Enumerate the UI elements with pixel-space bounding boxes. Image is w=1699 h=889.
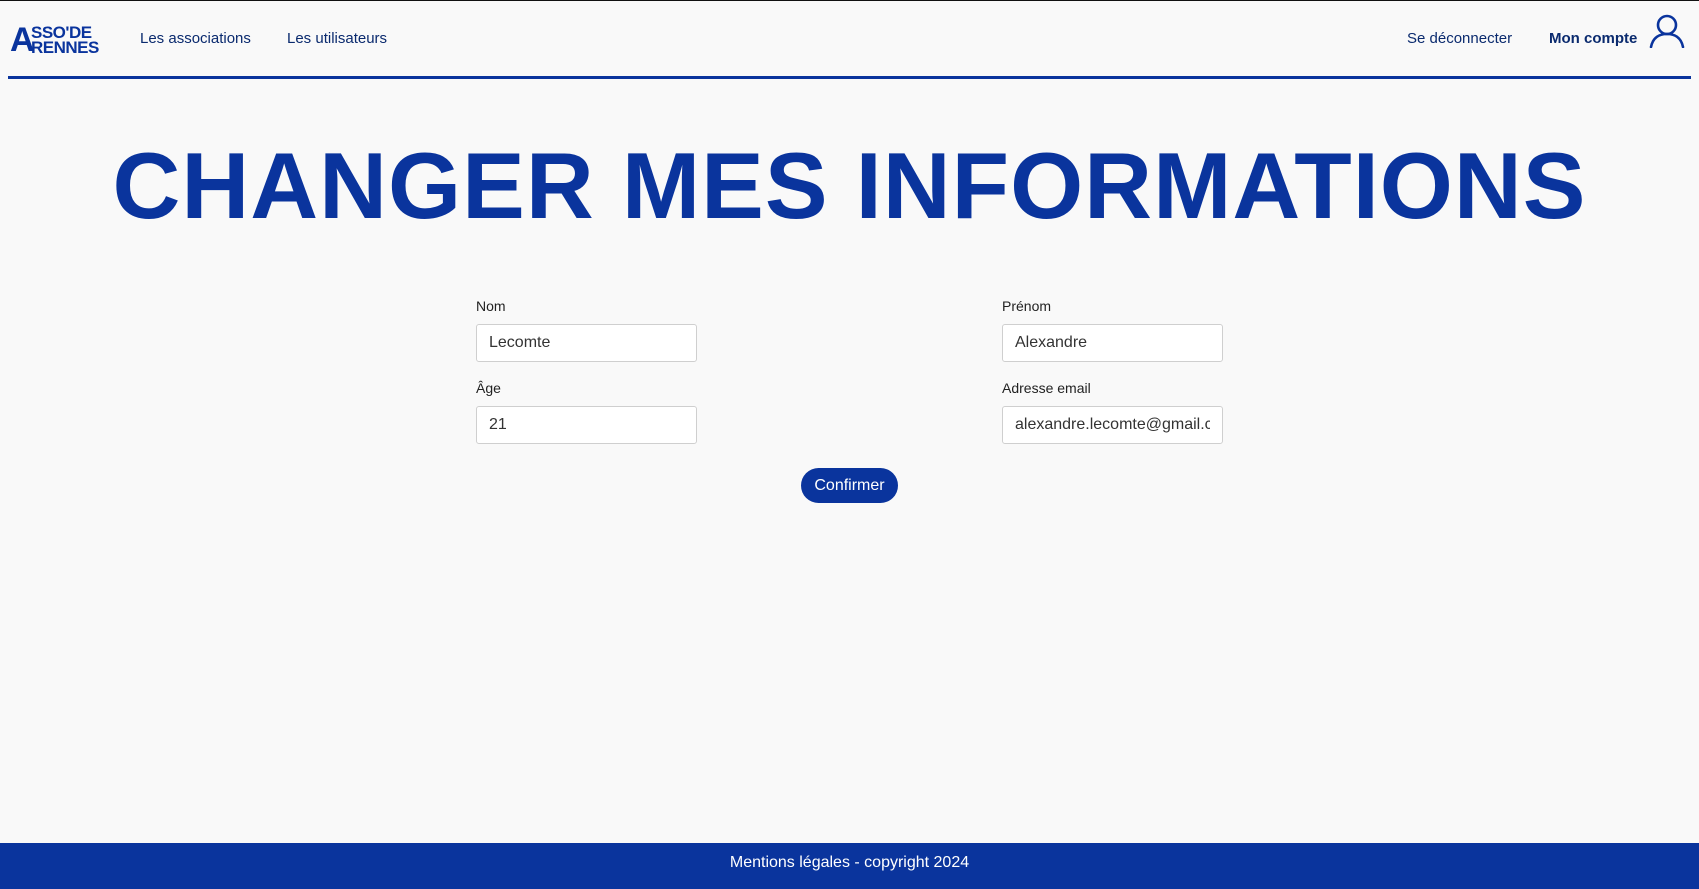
footer: Mentions légales - copyright 2024 [0,843,1699,889]
age-input[interactable] [476,406,697,444]
prenom-input[interactable] [1002,324,1223,362]
nom-label: Nom [476,298,506,314]
email-input[interactable] [1002,406,1223,444]
page-title: CHANGER MES INFORMATIONS [112,133,1587,238]
site-logo[interactable]: A SSO'DE RENNES [10,23,104,57]
prenom-label: Prénom [1002,298,1052,314]
nav-link-associations[interactable]: Les associations [140,30,251,47]
logout-link[interactable]: Se déconnecter [1407,30,1512,47]
page: A SSO'DE RENNES Les associations Les uti… [0,0,1699,889]
logo-line-2: RENNES [31,38,99,57]
nom-input[interactable] [476,324,697,362]
age-label: Âge [476,380,501,396]
nav-link-users[interactable]: Les utilisateurs [287,30,387,47]
account-link[interactable]: Mon compte [1549,30,1637,47]
confirm-button[interactable]: Confirmer [801,468,898,503]
legal-link[interactable]: Mentions légales - copyright 2024 [730,854,969,872]
email-label: Adresse email [1002,380,1091,396]
top-navbar: A SSO'DE RENNES Les associations Les uti… [8,1,1691,79]
user-icon[interactable] [1649,14,1685,49]
